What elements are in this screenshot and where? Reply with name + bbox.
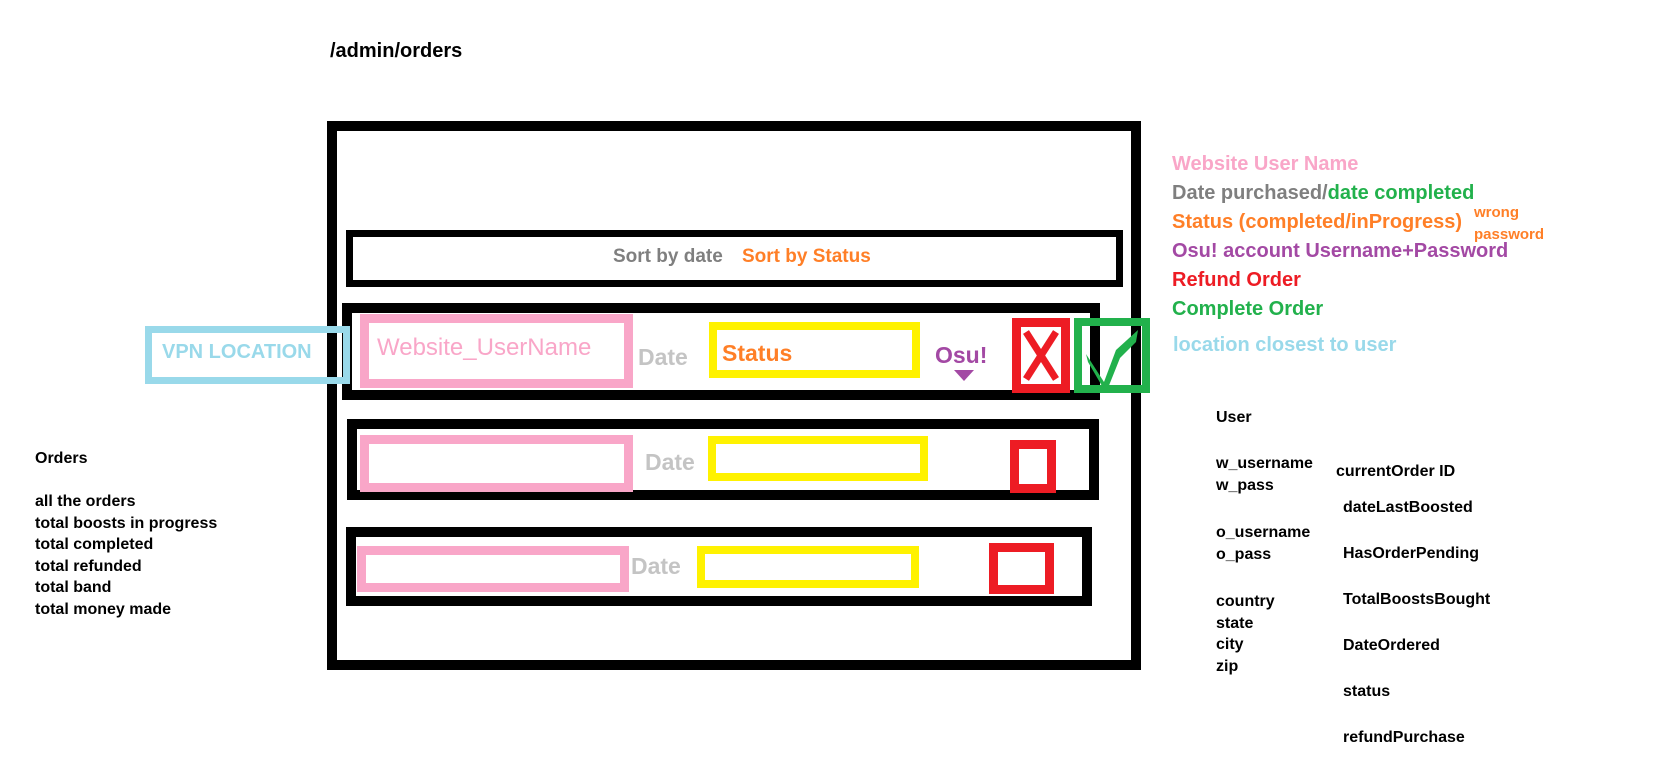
user-field-refund-purchase: refundPurchase [1343,729,1465,746]
legend-status-note-wrong: wrong [1474,204,1519,221]
legend-osu-account: Osu! account Username+Password [1172,240,1509,262]
order-date: Date [638,344,688,370]
user-field: zip [1216,657,1239,675]
user-field-date-ordered: DateOrdered [1343,637,1440,654]
user-field-total-boosts-bought: TotalBoostsBought [1343,591,1491,608]
sort-by-date-button[interactable]: Sort by date [613,246,723,268]
user-field: w_username [1216,455,1313,472]
orders-panel-list: all the orders total boosts in progress … [35,491,217,620]
legend-date: Date purchased/date completed [1172,182,1474,205]
legend-location: location closest to user [1173,334,1397,356]
legend-website-user-name: Website User Name [1172,153,1359,175]
triangle-down-icon [954,370,974,381]
orders-panel-item: all the orders [35,493,136,510]
legend-status: Status (completed/inProgress) [1172,211,1463,233]
user-model-fields-website: w_username w_pass [1216,453,1313,496]
user-model-fields-location: country state city zip [1216,591,1275,677]
order-date: Date [645,449,695,475]
user-model-title: User [1216,409,1252,426]
legend-date-purchased: Date purchased/ [1172,182,1328,204]
checkmark-icon[interactable] [1074,318,1150,393]
user-field-has-order-pending: HasOrderPending [1343,545,1480,562]
page-route-title: /admin/orders [330,40,463,62]
legend-complete-order: Complete Order [1172,298,1324,320]
user-field-current-order-id: currentOrder ID [1336,463,1456,480]
orders-panel-item: total band [35,579,112,596]
orders-panel-item: total completed [35,536,154,553]
user-field: state [1216,614,1254,632]
sort-bar [346,230,1123,287]
website-username-text: Website_UserName [377,334,592,361]
refund-button[interactable] [989,543,1054,594]
orders-panel-title: Orders [35,450,88,467]
mockup-canvas: { "page": { "route": "/admin/orders" }, … [0,0,1664,758]
order-date: Date [631,553,681,579]
x-icon[interactable] [1012,318,1070,393]
orders-panel-item: total money made [35,600,172,618]
status-text: Status [722,340,793,366]
user-field: city [1216,636,1244,653]
status-field [708,436,928,481]
legend-refund-order: Refund Order [1172,269,1301,291]
user-field-date-last-boosted: dateLastBoosted [1343,499,1473,516]
user-field: country [1216,593,1275,610]
vpn-location-label: VPN LOCATION [162,341,312,363]
user-field: o_pass [1216,545,1272,563]
user-field-status: status [1343,683,1391,700]
sort-by-status-button[interactable]: Sort by Status [742,246,871,268]
legend-date-completed: date completed [1327,182,1475,204]
refund-button[interactable] [1010,440,1056,493]
status-field [697,546,919,588]
orders-panel-item: total boosts in progress [35,514,218,532]
osu-account-dropdown[interactable]: Osu! [935,342,987,369]
user-field: o_username [1216,524,1311,541]
orders-panel-item: total refunded [35,557,142,575]
website-username-field [360,435,633,492]
user-field: w_pass [1216,476,1274,494]
website-username-field [357,546,629,592]
user-model-fields-osu: o_username o_pass [1216,522,1310,565]
